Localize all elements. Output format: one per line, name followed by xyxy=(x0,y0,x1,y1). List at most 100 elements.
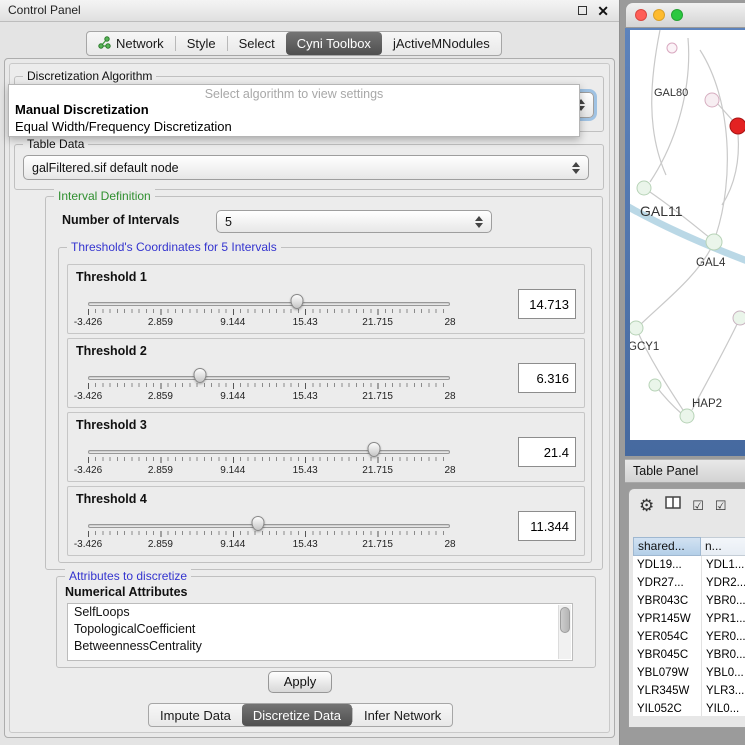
stepper-arrows-icon xyxy=(566,162,580,174)
threshold-4-slider[interactable]: -3.426 2.859 9.144 15.43 21.715 28 xyxy=(88,517,450,555)
float-icon[interactable] xyxy=(578,6,587,15)
dropdown-option-equal-width[interactable]: Equal Width/Frequency Discretization xyxy=(9,118,579,135)
columns-icon[interactable] xyxy=(665,496,681,514)
table-row[interactable]: YIL052C YIL0... xyxy=(633,700,745,716)
table-row[interactable]: YDR27... YDR2... xyxy=(633,574,745,592)
tab-cyni-toolbox[interactable]: Cyni Toolbox xyxy=(286,32,382,55)
scale-label: 21.715 xyxy=(362,539,393,550)
column-header-shared-name[interactable]: shared... xyxy=(633,537,701,556)
network-node[interactable] xyxy=(705,93,719,107)
threshold-3-slider[interactable]: -3.426 2.859 9.144 15.43 21.715 28 xyxy=(88,443,450,481)
threshold-2-value[interactable]: 6.316 xyxy=(518,363,576,393)
threshold-4-panel: Threshold 4 -3.426 2.859 9.144 15.43 21.… xyxy=(67,486,585,556)
threshold-2-label: Threshold 2 xyxy=(76,344,147,358)
scale-label: -3.426 xyxy=(74,391,102,402)
minimize-traffic-light-icon[interactable] xyxy=(653,9,665,21)
network-node[interactable] xyxy=(649,379,661,391)
number-of-intervals-select[interactable]: 5 xyxy=(216,210,492,233)
attributes-group-title: Attributes to discretize xyxy=(65,569,191,583)
table-row[interactable]: YBR045C YBR0... xyxy=(633,646,745,664)
slider-scale: -3.426 2.859 9.144 15.43 21.715 28 xyxy=(88,465,450,477)
scale-label: 9.144 xyxy=(220,317,245,328)
network-canvas[interactable]: GAL80 GAL11 GAL4 GCY1 HAP2 xyxy=(630,30,745,440)
scale-label: 21.715 xyxy=(362,391,393,402)
slider-thumb[interactable] xyxy=(252,516,265,531)
threshold-3-value[interactable]: 21.4 xyxy=(518,437,576,467)
threshold-1-value[interactable]: 14.713 xyxy=(518,289,576,319)
list-item[interactable]: BetweennessCentrality xyxy=(68,638,572,655)
node-label: GAL11 xyxy=(640,203,683,219)
slider-thumb[interactable] xyxy=(290,294,303,309)
apply-button[interactable]: Apply xyxy=(268,671,332,693)
tab-discretize-data[interactable]: Discretize Data xyxy=(242,704,352,726)
table-body[interactable]: YDL19... YDL1... YDR27... YDR2... YBR043… xyxy=(633,556,745,716)
table-row[interactable]: YPR145W YPR1... xyxy=(633,610,745,628)
slider-thumb[interactable] xyxy=(367,442,380,457)
threshold-3-label: Threshold 3 xyxy=(76,418,147,432)
scale-label: 9.144 xyxy=(220,539,245,550)
tab-infer-network[interactable]: Infer Network xyxy=(353,704,452,726)
table-data-group-title: Table Data xyxy=(23,137,88,151)
table-panel-title: Table Panel xyxy=(633,464,698,478)
control-panel-titlebar[interactable]: Control Panel ✕ xyxy=(0,0,619,22)
tab-impute-data[interactable]: Impute Data xyxy=(149,704,242,726)
network-graph: GAL80 GAL11 GAL4 GCY1 HAP2 xyxy=(630,30,745,440)
scale-label: 15.43 xyxy=(293,465,318,476)
table-row[interactable]: YBR043C YBR0... xyxy=(633,592,745,610)
network-node[interactable] xyxy=(706,234,722,250)
table-data-value: galFiltered.sif default node xyxy=(32,161,179,175)
scale-label: -3.426 xyxy=(74,317,102,328)
table-row[interactable]: YDL19... YDL1... xyxy=(633,556,745,574)
close-icon[interactable]: ✕ xyxy=(597,2,609,20)
network-node[interactable] xyxy=(637,181,651,195)
tab-jactivemnodules[interactable]: jActiveMNodules xyxy=(382,32,501,55)
thresholds-group: Threshold's Coordinates for 5 Intervals … xyxy=(58,247,592,563)
threshold-4-value[interactable]: 11.344 xyxy=(518,511,576,541)
attributes-scrollbar[interactable] xyxy=(558,605,571,659)
scale-label: 15.43 xyxy=(293,317,318,328)
slider-thumb[interactable] xyxy=(194,368,207,383)
gear-icon[interactable]: ⚙ xyxy=(639,497,654,514)
tab-style[interactable]: Style xyxy=(176,32,227,55)
network-node[interactable] xyxy=(667,43,677,53)
table-panel-header[interactable]: Table Panel xyxy=(625,459,745,483)
column-header-name[interactable]: n... xyxy=(701,537,745,556)
scrollbar-thumb[interactable] xyxy=(560,607,570,633)
scale-label: 2.859 xyxy=(148,317,173,328)
attributes-list[interactable]: SelfLoops TopologicalCoefficient Between… xyxy=(67,603,573,661)
slider-track[interactable] xyxy=(88,450,450,454)
close-traffic-light-icon[interactable] xyxy=(635,9,647,21)
select-all-icon[interactable]: ☑ xyxy=(692,499,704,512)
slider-track[interactable] xyxy=(88,524,450,528)
network-node[interactable] xyxy=(630,321,643,335)
cell-name: YBL0... xyxy=(701,664,745,682)
tab-select[interactable]: Select xyxy=(228,32,286,55)
dropdown-option-manual[interactable]: Manual Discretization xyxy=(9,101,579,118)
network-window-frame: GAL80 GAL11 GAL4 GCY1 HAP2 xyxy=(625,28,745,456)
slider-track[interactable] xyxy=(88,302,450,306)
slider-ticks xyxy=(88,309,450,315)
threshold-1-slider[interactable]: -3.426 2.859 9.144 15.43 21.715 28 xyxy=(88,295,450,333)
cell-name: YDL1... xyxy=(701,556,745,574)
zoom-traffic-light-icon[interactable] xyxy=(671,9,683,21)
cell-name: YBR0... xyxy=(701,646,745,664)
cell-name: YIL0... xyxy=(701,700,745,716)
threshold-2-slider[interactable]: -3.426 2.859 9.144 15.43 21.715 28 xyxy=(88,369,450,407)
selected-network-node[interactable] xyxy=(730,118,745,134)
table-row[interactable]: YER054C YER0... xyxy=(633,628,745,646)
algorithm-group-title: Discretization Algorithm xyxy=(23,69,156,83)
network-node[interactable] xyxy=(680,409,694,423)
slider-track[interactable] xyxy=(88,376,450,380)
network-node[interactable] xyxy=(733,311,745,325)
thresholds-group-title: Threshold's Coordinates for 5 Intervals xyxy=(67,240,281,254)
interval-definition-title: Interval Definition xyxy=(54,189,155,203)
select-none-icon[interactable]: ☑ xyxy=(715,499,727,512)
tab-network[interactable]: Network xyxy=(87,32,175,55)
table-row[interactable]: YLR345W YLR3... xyxy=(633,682,745,700)
network-window-titlebar[interactable] xyxy=(625,2,745,28)
scale-label: 28 xyxy=(444,465,455,476)
table-data-select[interactable]: galFiltered.sif default node xyxy=(23,155,589,180)
list-item[interactable]: TopologicalCoefficient xyxy=(68,621,572,638)
table-row[interactable]: YBL079W YBL0... xyxy=(633,664,745,682)
list-item[interactable]: SelfLoops xyxy=(68,604,572,621)
